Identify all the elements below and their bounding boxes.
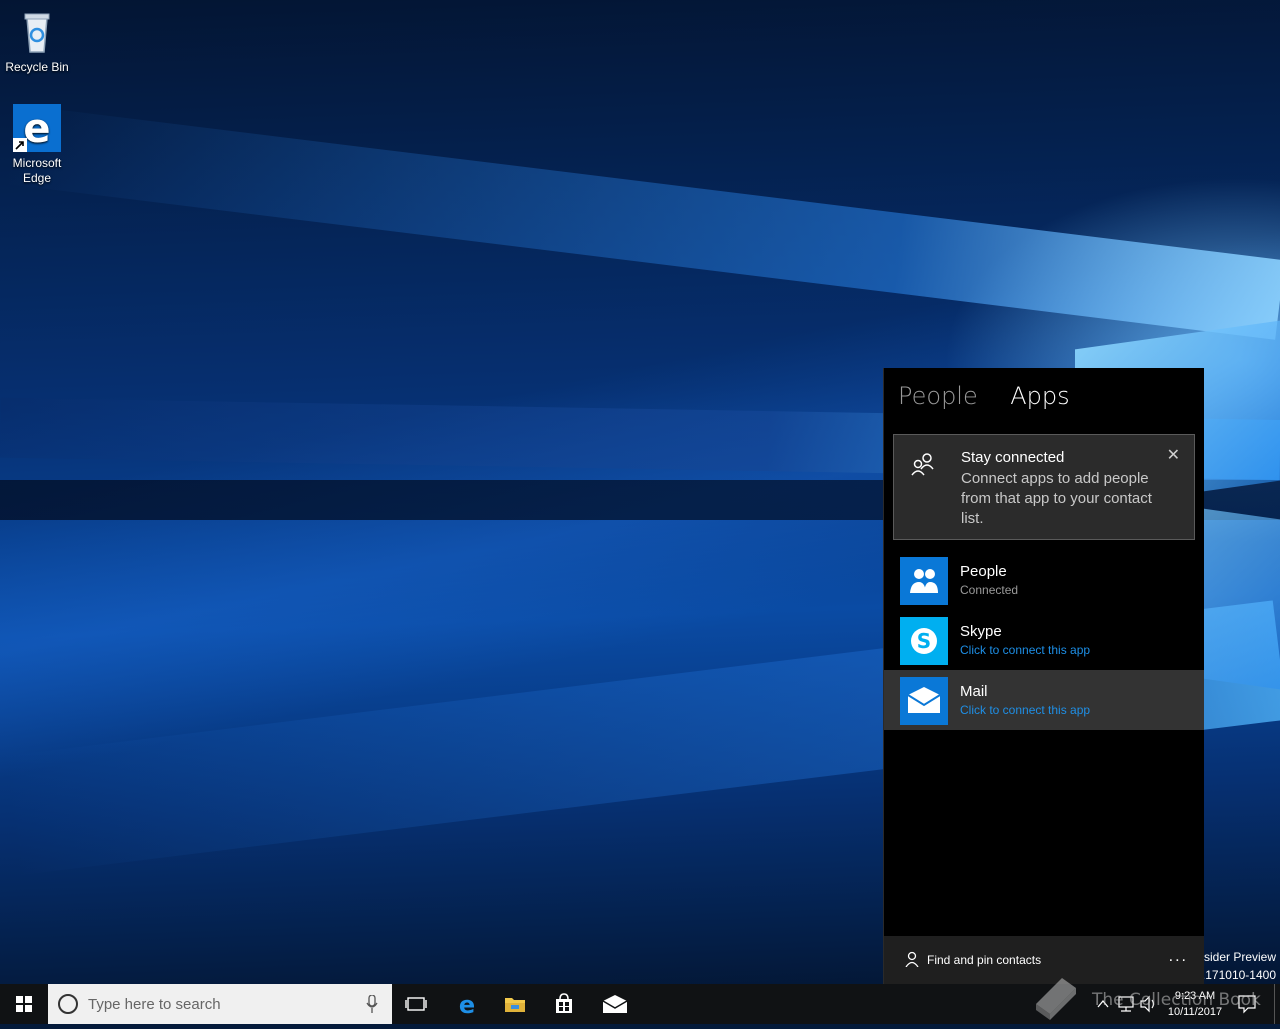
connect-app-link[interactable]: Click to connect this app bbox=[960, 703, 1090, 717]
desktop-icon-label: Microsoft Edge bbox=[12, 156, 62, 185]
find-and-pin-contacts-button[interactable]: Find and pin contacts bbox=[927, 953, 1041, 967]
store-icon bbox=[556, 993, 572, 1013]
skype-icon: S bbox=[900, 617, 948, 665]
more-options-button[interactable]: ... bbox=[1169, 948, 1188, 966]
edge-icon: e bbox=[13, 104, 61, 152]
taskbar-file-explorer-button[interactable] bbox=[491, 984, 539, 1024]
search-box[interactable]: Type here to search bbox=[48, 984, 392, 1024]
taskbar-store-button[interactable] bbox=[540, 984, 588, 1024]
app-name: People bbox=[960, 563, 1007, 580]
app-row-mail[interactable]: Mail Click to connect this app bbox=[884, 670, 1204, 730]
build-watermark-line: e.171010-1400 bbox=[1195, 968, 1276, 982]
tab-apps[interactable]: Apps bbox=[1010, 382, 1069, 410]
person-icon bbox=[904, 951, 920, 972]
microphone-icon[interactable] bbox=[366, 994, 378, 1018]
overlay-watermark-text: The Collection Book bbox=[1092, 990, 1261, 1010]
people-app-icon bbox=[900, 557, 948, 605]
tip-message: Connect apps to add people from that app… bbox=[961, 470, 1152, 527]
app-status: Connected bbox=[960, 583, 1019, 597]
app-name: Skype bbox=[960, 623, 1002, 640]
recycle-bin-icon bbox=[13, 8, 61, 56]
svg-text:S: S bbox=[917, 629, 931, 653]
desktop-icon-microsoft-edge[interactable]: e Microsoft Edge bbox=[2, 104, 72, 186]
mail-icon bbox=[602, 995, 628, 1013]
people-flyout: People Apps Stay connected Connect apps … bbox=[883, 368, 1204, 984]
taskbar-edge-button[interactable]: e bbox=[443, 984, 491, 1024]
folder-icon bbox=[505, 998, 525, 1012]
svg-text:e: e bbox=[23, 106, 50, 152]
book-watermark-icon bbox=[1030, 972, 1082, 1029]
app-row-skype[interactable]: S Skype Click to connect this app bbox=[884, 610, 1204, 670]
taskbar: Type here to search e 9:23 AM 10/11/2017 bbox=[0, 984, 1280, 1024]
close-icon[interactable]: ✕ bbox=[1167, 445, 1180, 465]
windows-logo-icon bbox=[16, 996, 32, 1012]
app-name: Mail bbox=[960, 683, 988, 700]
task-view-icon bbox=[405, 997, 427, 1011]
desktop-icon-recycle-bin[interactable]: Recycle Bin bbox=[2, 8, 72, 75]
build-watermark-line: Insider Preview bbox=[1193, 950, 1276, 964]
search-placeholder: Type here to search bbox=[88, 996, 221, 1013]
svg-text:e: e bbox=[459, 992, 475, 1016]
tip-title: Stay connected bbox=[961, 449, 1065, 466]
desktop-icon-label: Recycle Bin bbox=[5, 60, 69, 74]
cortana-icon bbox=[58, 994, 78, 1014]
light-beam bbox=[4, 104, 1280, 340]
taskbar-mail-button[interactable] bbox=[590, 984, 638, 1024]
people-outline-icon bbox=[910, 451, 936, 482]
stay-connected-tip: Stay connected Connect apps to add peopl… bbox=[893, 434, 1195, 540]
start-button[interactable] bbox=[0, 984, 48, 1024]
connect-app-link[interactable]: Click to connect this app bbox=[960, 643, 1090, 657]
people-tabs: People Apps bbox=[898, 382, 1098, 410]
task-view-button[interactable] bbox=[392, 984, 440, 1024]
app-row-people[interactable]: People Connected bbox=[884, 550, 1204, 610]
show-desktop-button[interactable] bbox=[1274, 984, 1280, 1024]
edge-icon: e bbox=[459, 992, 475, 1016]
tab-people[interactable]: People bbox=[898, 382, 978, 410]
mail-icon bbox=[900, 677, 948, 725]
